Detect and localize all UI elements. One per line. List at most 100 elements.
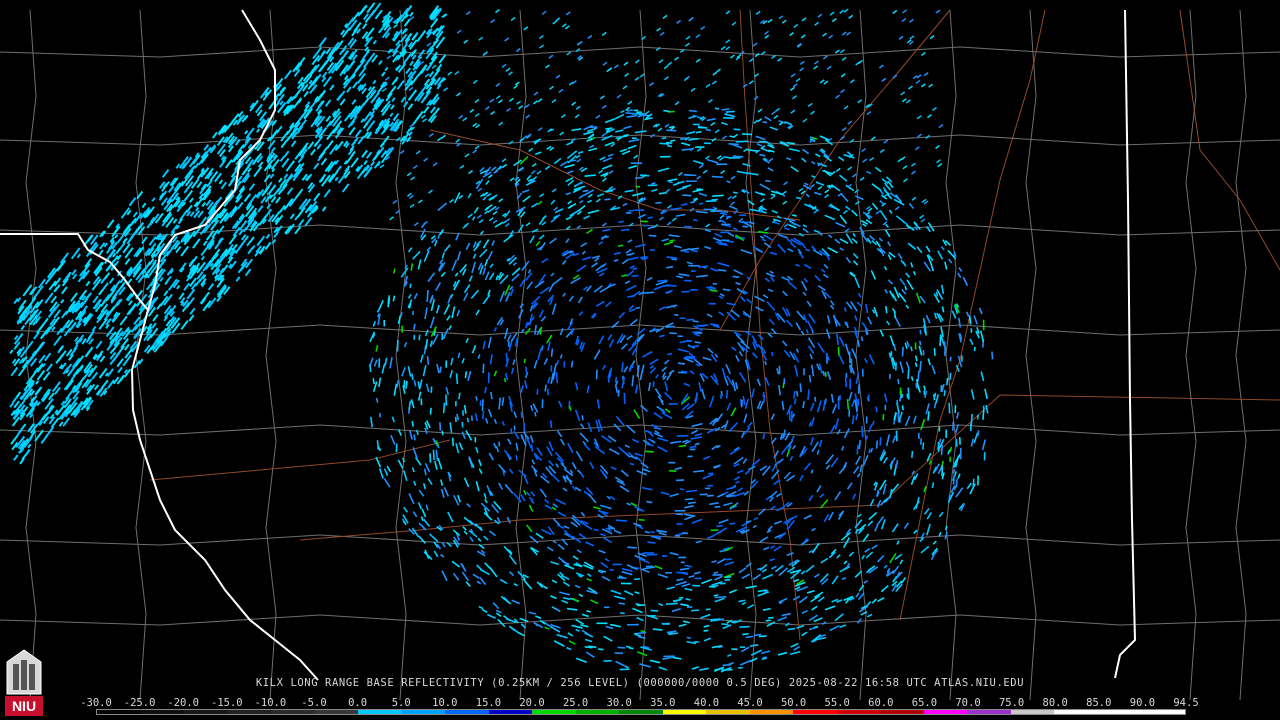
radar-echo — [684, 513, 694, 517]
radar-echo — [508, 71, 513, 76]
radar-echo — [613, 259, 619, 262]
radar-echo — [265, 233, 271, 240]
radar-echo — [464, 371, 468, 379]
radar-echo — [711, 80, 717, 85]
radar-echo — [84, 346, 94, 358]
radar-echo — [656, 27, 662, 32]
radar-echo — [835, 167, 841, 172]
radar-echo — [695, 130, 702, 134]
radar-echo — [712, 194, 724, 198]
radar-echo — [713, 571, 719, 575]
radar-echo — [618, 602, 625, 605]
radar-echo — [955, 487, 964, 498]
radar-echo — [658, 603, 664, 607]
radar-echo — [624, 280, 631, 285]
radar-echo — [487, 289, 491, 296]
radar-echo — [433, 550, 439, 558]
radar-echo — [569, 209, 580, 217]
radar-echo — [666, 586, 675, 590]
radar-echo — [456, 251, 462, 261]
radar-echo — [119, 315, 128, 326]
radar-echo — [428, 133, 434, 138]
radar-echo — [641, 486, 653, 491]
radar-echo — [429, 106, 437, 114]
radar-echo — [885, 434, 891, 447]
radar-echo — [553, 206, 559, 211]
radar-echo — [823, 263, 829, 269]
radar-echo — [617, 244, 624, 247]
radar-echo — [151, 322, 157, 329]
radar-echo — [738, 567, 747, 574]
radar-echo — [132, 211, 138, 218]
radar-echo — [100, 300, 106, 308]
radar-echo — [761, 568, 768, 573]
radar-echo — [822, 273, 829, 279]
radar-echo — [601, 222, 607, 227]
colorbar-segment — [923, 710, 968, 714]
radar-echo — [515, 455, 518, 461]
radar-echo — [566, 646, 572, 651]
radar-echo — [562, 487, 568, 492]
radar-echo — [503, 234, 514, 243]
radar-echo — [494, 221, 504, 228]
radar-echo — [422, 118, 427, 123]
radar-echo — [420, 95, 428, 104]
radar-echo — [773, 114, 779, 120]
radar-echo — [863, 580, 869, 584]
radar-echo — [228, 234, 238, 245]
radar-echo — [718, 311, 725, 317]
radar-echo — [34, 341, 45, 355]
radar-echo — [610, 589, 622, 595]
colorbar-tick-label: 15.0 — [475, 697, 502, 709]
radar-echo — [599, 504, 612, 510]
radar-echo — [555, 372, 559, 384]
radar-echo — [456, 413, 460, 421]
radar-echo — [769, 276, 775, 282]
radar-echo — [424, 329, 429, 337]
radar-echo — [969, 338, 974, 346]
radar-echo — [782, 290, 788, 297]
radar-echo — [236, 201, 244, 210]
radar-echo — [437, 202, 448, 212]
radar-echo — [128, 197, 137, 207]
radar-echo — [326, 129, 335, 141]
radar-echo — [733, 133, 738, 138]
radar-echo — [641, 350, 653, 358]
radar-echo — [529, 235, 535, 244]
radar-echo — [973, 432, 979, 444]
radar-echo — [248, 236, 255, 244]
radar-echo — [925, 314, 931, 324]
radar-echo — [598, 549, 606, 554]
radar-echo — [348, 126, 356, 136]
colorbar-tick-label: 10.0 — [432, 697, 458, 709]
radar-echo — [636, 616, 644, 622]
radar-echo — [617, 389, 620, 397]
radar-echo — [781, 612, 791, 617]
radar-echo — [661, 366, 668, 372]
radar-echo — [702, 169, 708, 174]
radar-echo — [579, 199, 584, 204]
radar-echo — [392, 295, 396, 302]
colorbar-tick-label: 0.0 — [348, 697, 368, 709]
radar-echo — [294, 226, 302, 235]
radar-echo — [807, 345, 815, 354]
radar-echo — [867, 316, 873, 325]
radar-echo — [914, 146, 920, 151]
radar-echo — [883, 393, 888, 403]
radar-echo — [955, 478, 959, 488]
radar-echo — [482, 196, 487, 201]
radar-echo — [688, 574, 695, 579]
radar-echo — [566, 170, 574, 175]
radar-echo — [570, 277, 581, 285]
product-label: KILX LONG RANGE BASE REFLECTIVITY (0.25K… — [255, 677, 782, 689]
radar-echo — [910, 346, 913, 352]
radar-echo — [917, 133, 923, 138]
radar-echo — [855, 592, 860, 598]
radar-echo — [141, 202, 147, 209]
radar-echo — [93, 384, 100, 391]
radar-echo — [555, 74, 561, 79]
radar-echo — [481, 399, 484, 411]
radar-echo — [970, 389, 975, 400]
radar-echo — [484, 271, 490, 281]
radar-echo — [670, 207, 683, 211]
